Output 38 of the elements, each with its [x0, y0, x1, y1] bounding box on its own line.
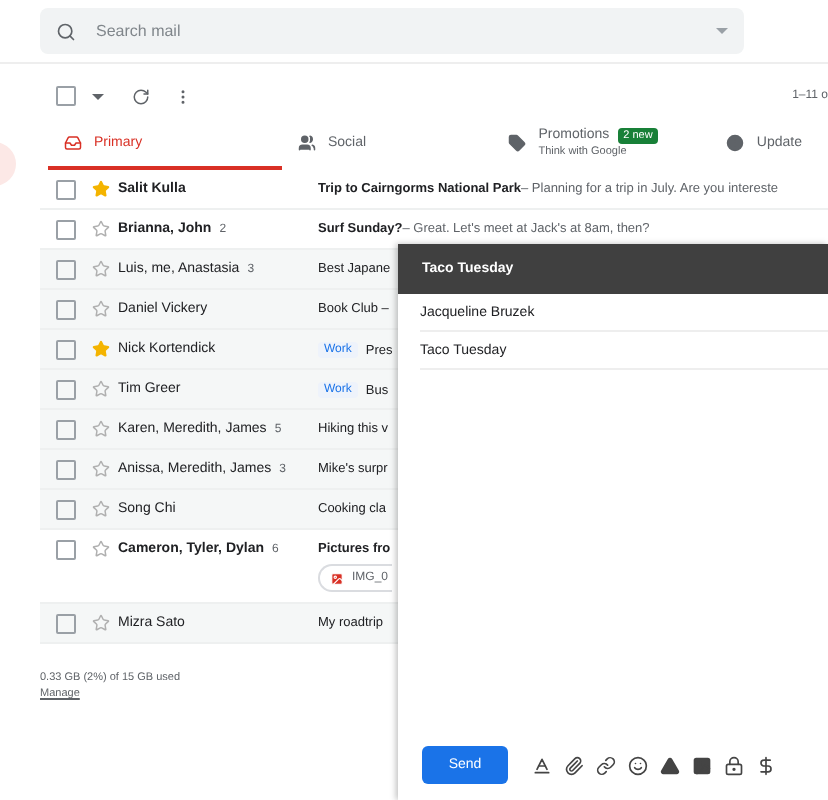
star-icon[interactable] — [92, 220, 110, 238]
row-checkbox[interactable] — [56, 180, 76, 200]
row-checkbox[interactable] — [56, 460, 76, 480]
triangle-icon[interactable] — [660, 755, 680, 775]
row-checkbox[interactable] — [56, 380, 76, 400]
star-icon[interactable] — [92, 340, 110, 358]
smiley-icon[interactable] — [628, 755, 648, 775]
row-checkbox[interactable] — [56, 220, 76, 240]
search-field[interactable]: Search mail — [96, 22, 696, 40]
search-bar[interactable]: Search mail — [40, 8, 744, 54]
people-icon — [297, 134, 316, 152]
star-icon[interactable] — [92, 500, 110, 518]
row-checkbox[interactable] — [56, 614, 76, 634]
star-icon[interactable] — [92, 614, 110, 632]
tag-icon — [508, 134, 527, 152]
star-icon[interactable] — [92, 260, 110, 278]
link-icon[interactable] — [596, 755, 616, 775]
row-checkbox[interactable] — [56, 540, 76, 560]
refresh-icon[interactable] — [132, 87, 150, 105]
row-checkbox[interactable] — [56, 340, 76, 360]
select-all-checkbox[interactable] — [56, 86, 76, 106]
paperclip-icon[interactable] — [564, 755, 584, 775]
star-icon[interactable] — [92, 420, 110, 438]
search-icon — [56, 21, 76, 41]
star-icon[interactable] — [92, 300, 110, 318]
text-format-icon[interactable] — [532, 755, 552, 775]
row-checkbox[interactable] — [56, 420, 76, 440]
caret-icon[interactable] — [92, 93, 104, 99]
dollar-icon[interactable] — [756, 755, 776, 775]
row-checkbox[interactable] — [56, 500, 76, 520]
star-icon[interactable] — [92, 380, 110, 398]
row-checkbox[interactable] — [56, 300, 76, 320]
star-icon[interactable] — [92, 540, 110, 558]
lock-icon[interactable] — [724, 755, 744, 775]
star-icon[interactable] — [92, 180, 110, 198]
star-icon[interactable] — [92, 460, 110, 478]
row-checkbox[interactable] — [56, 260, 76, 280]
inbox-icon — [64, 134, 82, 152]
